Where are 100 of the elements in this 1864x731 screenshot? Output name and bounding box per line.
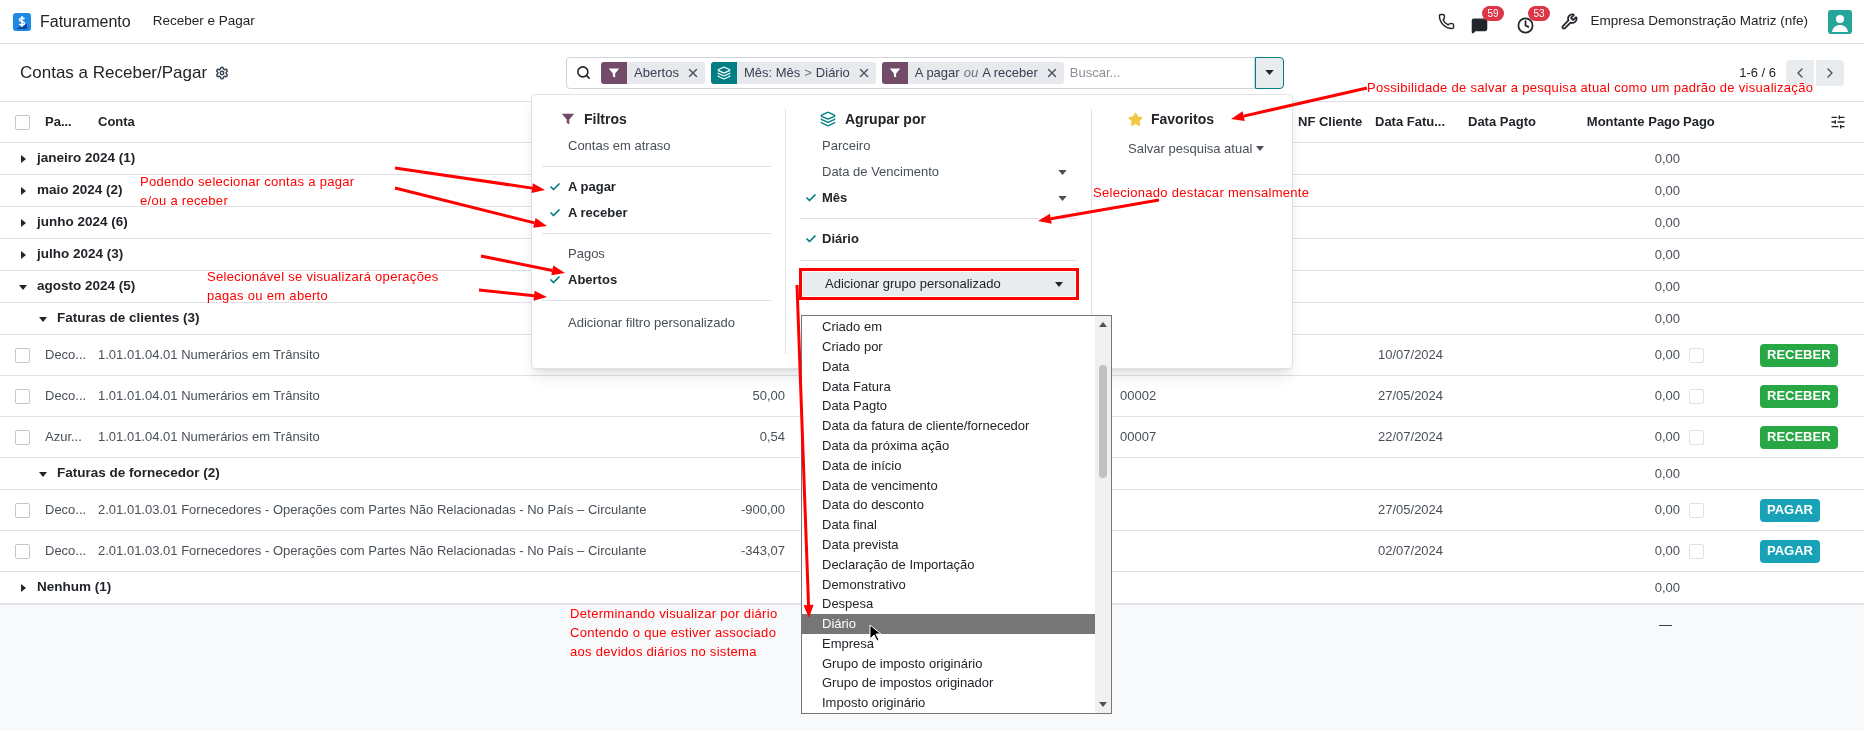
group-option[interactable]: Data de vencimento (802, 475, 1095, 496)
filter-option[interactable]: A receber (542, 200, 771, 226)
group-option[interactable]: Despesa (802, 594, 1095, 614)
tools-icon[interactable] (1561, 13, 1579, 30)
clock-icon[interactable] (1517, 16, 1535, 34)
column-header[interactable]: NF Cliente (1298, 112, 1373, 132)
table-cell-text: Deco... (45, 346, 88, 365)
facet-value: A receber (982, 63, 1038, 82)
group-option[interactable]: Data do desconto (802, 495, 1095, 515)
caret-right-icon[interactable] (18, 582, 28, 593)
app-logo-icon[interactable] (12, 11, 32, 32)
paid-checkbox[interactable] (1689, 429, 1704, 445)
optional-columns-icon[interactable] (1830, 114, 1846, 130)
column-header[interactable]: Pago (1680, 112, 1740, 132)
paid-checkbox[interactable] (1689, 347, 1704, 363)
search-input[interactable]: Buscar... (1069, 62, 1255, 83)
table-cell: 22/07/2024 (1378, 429, 1444, 445)
group-option[interactable]: Data Fatura (802, 376, 1095, 397)
paid-checkbox[interactable] (1689, 543, 1704, 559)
table-cell: 27/05/2024 (1378, 388, 1444, 404)
group-option[interactable]: Criado por (802, 336, 1095, 357)
column-header[interactable]: Conta (98, 114, 135, 130)
group-option[interactable]: Grupo de impostos originador (802, 673, 1095, 694)
group-option[interactable]: Data da próxima ação (802, 435, 1095, 456)
filter-option[interactable]: Abertos (542, 267, 771, 293)
paid-checkbox[interactable] (1689, 502, 1704, 518)
row-checkbox[interactable] (15, 543, 30, 559)
row-checkbox[interactable] (15, 388, 30, 404)
avatar-icon[interactable] (1828, 9, 1852, 34)
scrollbar[interactable] (1095, 316, 1111, 713)
group-option[interactable]: Declaração de Importação (802, 554, 1095, 575)
caret-icon (1256, 146, 1265, 152)
search-field[interactable]: Abertos Mês: Mês > Diário A pagar ou A receber Buscar... (566, 56, 1256, 89)
total-value: — (1659, 615, 1672, 634)
group-option[interactable]: Data de início (802, 455, 1095, 476)
group-option[interactable]: Data da fatura de cliente/fornecedor (802, 416, 1095, 436)
group-option[interactable]: Data prevista (802, 534, 1095, 555)
scrollbar-thumb[interactable] (1099, 365, 1107, 478)
group-label: Nenhum (1) (37, 578, 112, 597)
row-checkbox[interactable] (15, 429, 30, 445)
table-cell-text: 50,00 (752, 387, 785, 406)
table-cell-text: 2.01.01.03.01 Fornecedores - Operações com Partes Não Relacionadas - No País – Circulante (98, 501, 648, 520)
filter-option[interactable]: Contas em atraso (542, 133, 771, 159)
next-button[interactable] (1816, 59, 1844, 86)
group-option[interactable]: Imposto originário (802, 693, 1095, 713)
group-option[interactable]: Data final (802, 514, 1095, 535)
search-facet[interactable]: Abertos (601, 61, 705, 84)
search-facet[interactable]: A pagar ou A receber (881, 61, 1064, 84)
row-checkbox[interactable] (15, 502, 30, 518)
settings-icon[interactable] (215, 65, 230, 80)
layers-icon (716, 65, 731, 80)
caret-right-icon[interactable] (18, 185, 28, 196)
row-checkbox[interactable] (15, 347, 30, 363)
column-header[interactable]: Data Fatu... (1373, 112, 1468, 132)
group-option[interactable]: Criado em (802, 317, 1095, 337)
group-by-option[interactable]: Diário (800, 226, 1077, 252)
table-cell-text: 1.01.01.04.01 Numerários em Trânsito (98, 387, 321, 406)
filter-icon (561, 112, 575, 126)
group-option[interactable]: Empresa (802, 633, 1095, 654)
paid-checkbox[interactable] (1689, 388, 1704, 404)
group-option[interactable]: Data Pagto (802, 396, 1095, 416)
chat-icon[interactable] (1471, 16, 1489, 34)
search-facet[interactable]: Mês: Mês > Diário (710, 61, 876, 84)
add-custom-filter-link[interactable]: Adicionar filtro personalizado (542, 315, 735, 330)
group-option[interactable]: Data (802, 356, 1095, 377)
caret-icon[interactable] (1058, 169, 1067, 175)
save-search-dropdown[interactable]: Salvar pesquisa atual (1128, 139, 1292, 159)
custom-group-select[interactable]: Adicionar grupo personalizado (803, 272, 1075, 296)
group-label: junho 2024 (6) (37, 213, 128, 232)
check-icon (805, 233, 817, 245)
app-name[interactable]: Faturamento (40, 9, 131, 34)
filter-option[interactable]: A pagar (542, 174, 771, 200)
amount-paid: 0,00 (1653, 213, 1680, 232)
caret-right-icon[interactable] (18, 249, 28, 260)
table-cell: 00007 (1120, 429, 1157, 445)
company-name[interactable]: Empresa Demonstração Matriz (nfe) (1590, 11, 1808, 32)
column-header[interactable]: Pa... (45, 114, 72, 130)
group-option[interactable]: Diário (802, 613, 1095, 634)
caret-right-icon[interactable] (18, 153, 28, 164)
search-options-toggle[interactable] (1255, 56, 1285, 89)
menu-item[interactable]: Receber e Pagar (152, 11, 255, 32)
table-cell-text: 0,00 (1654, 428, 1680, 447)
annotation-note: Selecionado destacar mensalmente (1093, 184, 1310, 202)
caret-right-icon[interactable] (18, 217, 28, 228)
group-by-option[interactable]: Data de Vencimento (800, 159, 1077, 185)
phone-icon[interactable] (1438, 13, 1456, 30)
filter-option[interactable]: Pagos (542, 241, 771, 267)
page-title: Contas a Receber/Pagar (20, 61, 208, 84)
column-header[interactable]: Data Pagto (1468, 112, 1572, 132)
group-by-option[interactable]: Parceiro (800, 133, 1077, 159)
group-by-option[interactable]: Mês (800, 185, 1077, 211)
table-cell-text: 0,00 (1654, 542, 1680, 561)
notification-badge: 53 (1528, 5, 1550, 21)
caret-icon[interactable] (1058, 195, 1067, 201)
group-label: maio 2024 (2) (37, 181, 123, 200)
select-all-checkbox[interactable] (15, 114, 30, 130)
facet-value: Abertos (634, 63, 679, 82)
column-header[interactable]: Montante Pago (1572, 112, 1680, 132)
group-option[interactable]: Demonstrativo (802, 574, 1095, 595)
group-option[interactable]: Grupo de imposto originário (802, 653, 1095, 674)
